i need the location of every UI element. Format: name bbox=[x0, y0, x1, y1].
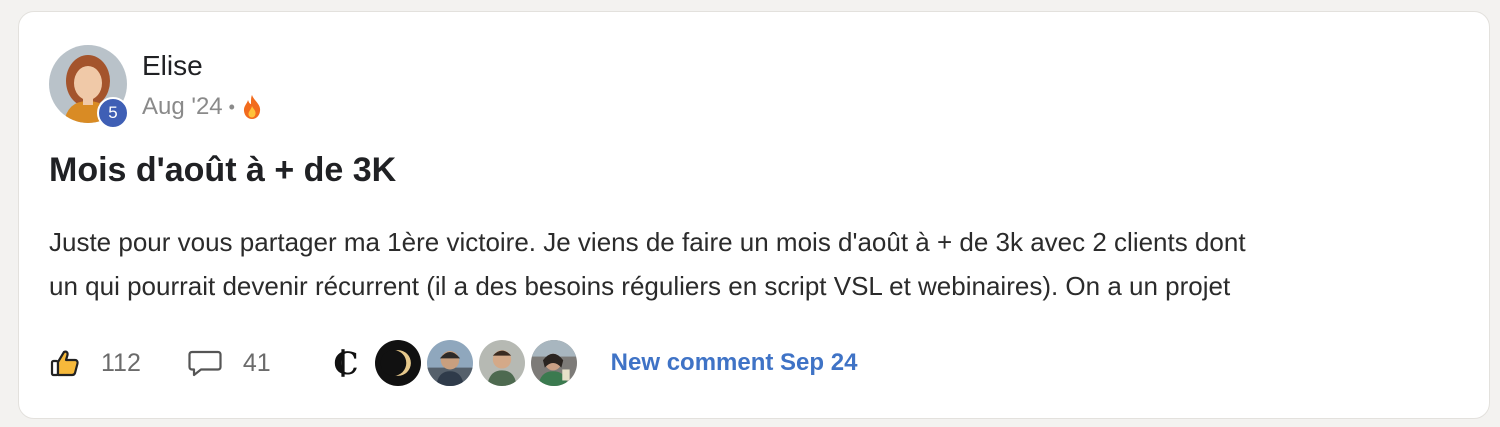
new-comment-link[interactable]: New comment Sep 24 bbox=[611, 349, 858, 377]
post-body-line: Juste pour vous partager ma 1ère victoir… bbox=[49, 227, 1246, 257]
commenter-avatars: C bbox=[320, 338, 581, 388]
post-actions: 112 41 C New comment Sep 24 bbox=[49, 338, 857, 388]
commenter-avatar-2[interactable] bbox=[372, 338, 423, 388]
post-title[interactable]: Mois d'août à + de 3K bbox=[49, 150, 396, 190]
comment-count: 41 bbox=[242, 348, 271, 377]
post-date[interactable]: Aug '24 bbox=[142, 92, 223, 122]
like-button[interactable]: 112 bbox=[49, 347, 141, 379]
post-body-line: un qui pourrait devenir récurrent (il a … bbox=[49, 271, 1231, 301]
commenter-avatar-1[interactable]: C bbox=[320, 338, 371, 388]
thumbs-up-icon bbox=[49, 347, 81, 379]
post-body[interactable]: Juste pour vous partager ma 1ère victoir… bbox=[49, 220, 1469, 308]
comment-button[interactable]: 41 bbox=[187, 347, 271, 379]
post-meta: Aug '24 • bbox=[142, 92, 263, 122]
speech-bubble-icon bbox=[187, 347, 223, 379]
fire-icon bbox=[241, 94, 263, 120]
commenter-avatar-4[interactable] bbox=[476, 338, 527, 388]
level-badge: 5 bbox=[97, 97, 129, 129]
meta-separator: • bbox=[228, 97, 235, 117]
like-count: 112 bbox=[101, 348, 141, 377]
post-card[interactable]: 5 Elise Aug '24 • Mois d'août à + de 3K … bbox=[18, 11, 1490, 419]
commenter-avatar-3[interactable] bbox=[424, 338, 475, 388]
commenter-avatar-5[interactable] bbox=[528, 338, 579, 388]
author-name[interactable]: Elise bbox=[142, 50, 203, 82]
author-avatar-wrapper[interactable]: 5 bbox=[49, 45, 129, 129]
svg-text:C: C bbox=[333, 346, 358, 382]
